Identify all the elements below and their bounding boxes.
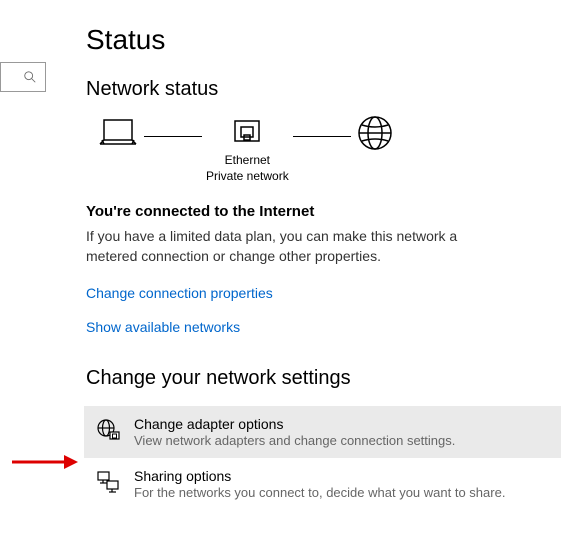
show-available-networks-link[interactable]: Show available networks	[86, 319, 541, 335]
connection-name: Ethernet	[206, 153, 289, 169]
connected-heading: You're connected to the Internet	[86, 203, 541, 220]
internet-icon-block	[355, 113, 395, 187]
option-description: View network adapters and change connect…	[134, 433, 455, 448]
laptop-icon	[96, 116, 140, 150]
option-title: Sharing options	[134, 468, 505, 484]
change-adapter-options[interactable]: Change adapter options View network adap…	[84, 406, 561, 458]
connected-description: If you have a limited data plan, you can…	[86, 226, 506, 267]
globe-icon	[355, 113, 395, 153]
search-icon	[23, 70, 37, 84]
globe-adapter-icon	[96, 418, 120, 442]
sharing-options[interactable]: Sharing options For the networks you con…	[84, 458, 541, 510]
change-network-settings-heading: Change your network settings	[86, 367, 541, 390]
option-description: For the networks you connect to, decide …	[134, 485, 505, 500]
ethernet-icon	[230, 115, 264, 149]
connector-line	[293, 136, 351, 137]
change-connection-properties-link[interactable]: Change connection properties	[86, 285, 541, 301]
option-title: Change adapter options	[134, 416, 455, 432]
search-box[interactable]	[0, 62, 46, 92]
device-icon-block	[96, 116, 140, 184]
adapter-icon-block: Ethernet Private network	[206, 115, 289, 184]
network-diagram: Ethernet Private network	[96, 113, 541, 187]
connector-line	[144, 136, 202, 137]
page-title: Status	[86, 24, 541, 56]
connection-type: Private network	[206, 169, 289, 185]
sharing-icon	[96, 470, 120, 494]
network-status-heading: Network status	[86, 78, 541, 101]
arrow-annotation	[8, 450, 78, 474]
